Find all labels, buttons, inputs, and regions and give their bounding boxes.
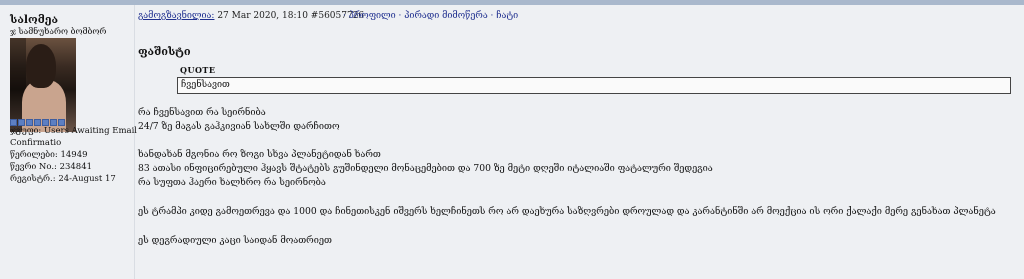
post-link[interactable]: გამოგზავნილია: bbox=[138, 11, 214, 21]
author-posts: წერილები: 14949 bbox=[10, 150, 88, 160]
author-member-no: წევრი No.: 234841 bbox=[10, 162, 93, 172]
post-title: ფაშისტი bbox=[138, 45, 191, 58]
quote-label: QUOTE bbox=[180, 65, 216, 75]
body-line: ეს ტრამპი კიდე გამოეთრევა და 1000 და ჩინ… bbox=[138, 206, 996, 217]
rep-pip bbox=[42, 119, 49, 126]
body-line: 83 ათასი ინფიცირებული ჰყავს შტატებს გუში… bbox=[138, 163, 713, 174]
quote-box: ჩვენსავით bbox=[177, 77, 1011, 94]
avatar[interactable] bbox=[10, 38, 76, 132]
body-line: ეს დეგრადიული კაცი საიდან მოათრიეთ bbox=[138, 235, 332, 246]
author-username[interactable]: საlომეა bbox=[10, 13, 58, 26]
rep-pip bbox=[18, 119, 25, 126]
author-group: ჯგუფი: Users Awaiting Email bbox=[10, 126, 138, 136]
post-header: გამოგზავნილია: 27 Mar 2020, 18:10 #56057… bbox=[138, 11, 518, 21]
avatar-hair bbox=[26, 44, 56, 88]
reputation-bar bbox=[10, 119, 65, 126]
post-date: 27 Mar 2020, 18:10 #56057726 bbox=[214, 11, 365, 21]
rep-pip bbox=[50, 119, 57, 126]
top-border bbox=[0, 0, 1024, 5]
author-group-cont: Confirmatio bbox=[10, 138, 62, 148]
body-line: 24/7 ზე მაგას გაჰკივიან სახლში დარჩითო bbox=[138, 121, 340, 132]
body-line: რა სუფთა ჰაერი ხალხრო რა სეირნობა bbox=[138, 177, 326, 188]
body-line: ხანდახან მგონია რო ზოგი სხვა პლანეტიდან … bbox=[138, 149, 381, 160]
author-registered: რეგისტრ.: 24-August 17 bbox=[10, 174, 116, 184]
rep-pip bbox=[26, 119, 33, 126]
rep-pip bbox=[58, 119, 65, 126]
body-line: რა ჩვენსავით რა სეირნიბა bbox=[138, 107, 266, 118]
post-links[interactable]: · პროფილი · პირადი მიმოწერა · ჩატი bbox=[343, 11, 518, 21]
author-panel: საlომეა ჯ სამნუხარო ბომბორ ჯგუფი: Users … bbox=[0, 5, 138, 279]
rep-pip bbox=[10, 119, 17, 126]
author-title: ჯ სამნუხარო ბომბორ bbox=[10, 27, 107, 37]
rep-pip bbox=[34, 119, 41, 126]
